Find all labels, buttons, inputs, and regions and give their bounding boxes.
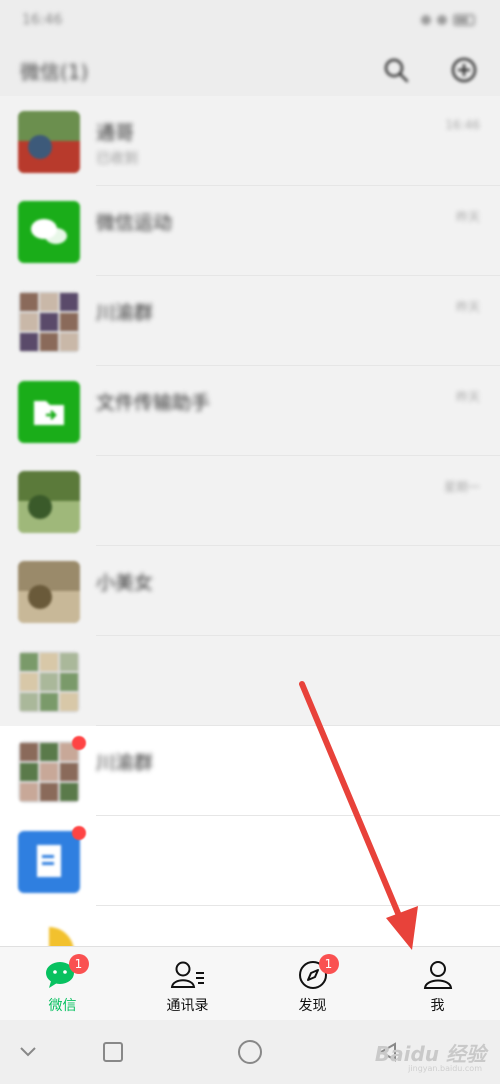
tab-label-chats: 微信 (48, 998, 77, 1014)
avatar (18, 651, 80, 713)
avatar (18, 291, 80, 353)
avatar (18, 471, 80, 533)
tab-me[interactable]: 我 (375, 947, 500, 1021)
watermark-url: jingyan.baidu.com (408, 1064, 482, 1073)
avatar (18, 831, 80, 893)
avatar (18, 921, 80, 946)
chat-name: 小美女 (96, 572, 154, 594)
square-icon[interactable] (95, 1034, 131, 1070)
chat-name: 文件传输助手 (96, 392, 211, 414)
avatar (18, 381, 80, 443)
avatar (18, 561, 80, 623)
page-title: 微信(1) (20, 60, 89, 84)
unread-dot (72, 736, 86, 750)
tab-label-contacts: 通讯录 (166, 998, 209, 1014)
chat-name: 川渝群 (96, 302, 154, 324)
chat-list-item[interactable]: 星期一 (0, 456, 500, 546)
chat-list-item[interactable]: 小美女 (0, 546, 500, 636)
chat-list-item[interactable] (0, 636, 500, 726)
tab-chats[interactable]: 1 微信 (0, 947, 125, 1021)
chat-time: 16:46 (445, 118, 480, 132)
chat-name: 微信运动 (96, 212, 173, 234)
chat-time: 昨天 (455, 300, 480, 314)
status-icons (420, 12, 480, 32)
compass-icon: 1 (293, 954, 339, 993)
avatar (18, 201, 80, 263)
chat-list-item[interactable] (0, 906, 500, 946)
system-nav-bar: Baidu 经验 jingyan.baidu.com (0, 1020, 500, 1084)
chat-time: 昨天 (455, 390, 480, 404)
avatar (18, 741, 80, 803)
chat-list: 通哥 已收到 16:46 微信运动 昨天 川渝群 昨天 文件传输助手 昨天 星期… (0, 96, 500, 946)
chat-list-item[interactable]: 文件传输助手 昨天 (0, 366, 500, 456)
circle-icon[interactable] (232, 1034, 268, 1070)
wechat-screen: 16:46 微信(1) 通哥 已收到 16:46 微信运动 昨天 川渝群 昨天 … (0, 0, 500, 1084)
chat-name: 通哥 (96, 122, 135, 144)
chevron-down-icon[interactable] (10, 1034, 46, 1070)
tab-label-me: 我 (430, 998, 445, 1014)
status-time: 16:46 (22, 12, 63, 28)
tab-contacts[interactable]: 通讯录 (125, 947, 250, 1021)
app-header: 微信(1) (0, 44, 500, 96)
tab-discover[interactable]: 1 发现 (250, 947, 375, 1021)
chat-list-item[interactable]: 川渝群 (0, 726, 500, 816)
chat-list-item[interactable]: 通哥已收到 16:46 (0, 96, 500, 186)
chats-badge: 1 (68, 954, 89, 974)
bottom-tab-bar: 1 微信 通讯录 1 发现 我 (0, 946, 500, 1021)
chat-list-item[interactable] (0, 816, 500, 906)
chat-preview: 已收到 (96, 151, 138, 167)
unread-dot (72, 826, 86, 840)
tab-label-discover: 发现 (298, 998, 327, 1014)
chat-name: 川渝群 (96, 752, 154, 774)
chat-bubbles-icon: 1 (43, 954, 89, 993)
status-bar: 16:46 (0, 0, 500, 44)
avatar (18, 111, 80, 173)
chat-list-item[interactable]: 微信运动 昨天 (0, 186, 500, 276)
chat-time: 星期一 (443, 480, 480, 494)
discover-badge: 1 (318, 954, 339, 974)
contacts-icon (168, 957, 208, 993)
watermark-logo: Baidu 经验 (374, 1042, 486, 1066)
add-circle-icon[interactable] (448, 54, 480, 86)
search-icon[interactable] (380, 54, 412, 86)
chat-list-item[interactable]: 川渝群 昨天 (0, 276, 500, 366)
chat-time: 昨天 (455, 210, 480, 224)
person-icon (418, 957, 458, 993)
